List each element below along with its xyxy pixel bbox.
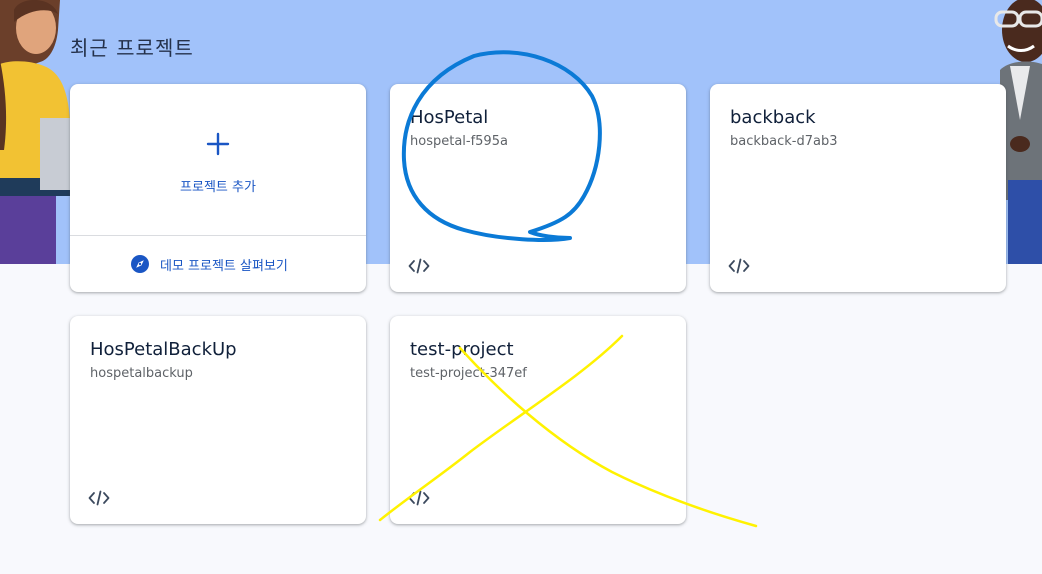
project-name: HosPetalBackUp [90, 339, 237, 360]
project-id: hospetal-f595a [410, 134, 508, 149]
code-icon [88, 490, 110, 506]
project-card-hospetal[interactable]: HosPetal hospetal-f595a [390, 84, 686, 292]
demo-project-label: 데모 프로젝트 살펴보기 [160, 258, 288, 274]
divider [70, 235, 366, 236]
person-with-laptop-illustration [0, 0, 70, 264]
project-name: backback [730, 107, 816, 128]
code-icon [728, 258, 750, 274]
demo-project-link[interactable]: 데모 프로젝트 살펴보기 [130, 254, 288, 274]
page-title: 최근 프로젝트 [70, 36, 194, 60]
add-project-button[interactable]: 프로젝트 추가 [70, 176, 366, 195]
compass-icon [131, 255, 149, 273]
project-name: test-project [410, 339, 514, 360]
plus-icon [206, 132, 230, 156]
add-project-card[interactable]: 프로젝트 추가 데모 프로젝트 살펴보기 [70, 84, 366, 292]
project-card-backback[interactable]: backback backback-d7ab3 [710, 84, 1006, 292]
code-icon [408, 258, 430, 274]
project-id: test-project-347ef [410, 366, 527, 381]
code-icon [408, 490, 430, 506]
project-name: HosPetal [410, 107, 489, 128]
project-id: hospetalbackup [90, 366, 193, 381]
project-card-test-project[interactable]: test-project test-project-347ef [390, 316, 686, 524]
project-id: backback-d7ab3 [730, 134, 838, 149]
project-card-hospetalbackup[interactable]: HosPetalBackUp hospetalbackup [70, 316, 366, 524]
